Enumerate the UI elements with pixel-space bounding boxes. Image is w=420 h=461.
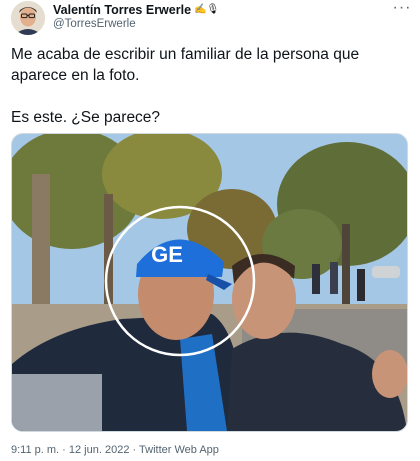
tweet: Valentín Torres Erwerle ✍️🎙 @TorresErwer…: [0, 0, 420, 461]
tweet-text-paragraph-1: Me acaba de escribir un familiar de la p…: [11, 46, 360, 84]
tweet-source: Twitter Web App: [139, 444, 219, 456]
tweet-date[interactable]: 12 jun. 2022: [69, 444, 130, 456]
cap-logo-text: GE: [151, 242, 183, 267]
author-handle[interactable]: @TorresErwerle: [53, 18, 136, 30]
author-name-row[interactable]: Valentín Torres Erwerle ✍️🎙: [53, 2, 219, 18]
author-avatar[interactable]: [11, 1, 45, 35]
tweet-text: Me acaba de escribir un familiar de la p…: [11, 44, 401, 128]
more-dots-icon: ···: [392, 0, 412, 16]
tweet-meta: 9:11 p. m. · 12 jun. 2022 · Twitter Web …: [11, 444, 219, 456]
tweet-text-paragraph-2: Es este. ¿Se parece?: [11, 109, 161, 126]
avatar-image: [11, 1, 45, 35]
author-display-name[interactable]: Valentín Torres Erwerle: [53, 3, 191, 17]
tweet-time[interactable]: 9:11 p. m.: [11, 444, 59, 456]
meta-separator: ·: [129, 444, 140, 456]
meta-separator: ·: [59, 444, 69, 456]
tweet-photo[interactable]: GE: [11, 133, 408, 432]
selfie-photo: GE: [12, 134, 407, 431]
author-name-emojis: ✍️🎙: [194, 4, 220, 15]
more-options-button[interactable]: ···: [392, 0, 412, 19]
